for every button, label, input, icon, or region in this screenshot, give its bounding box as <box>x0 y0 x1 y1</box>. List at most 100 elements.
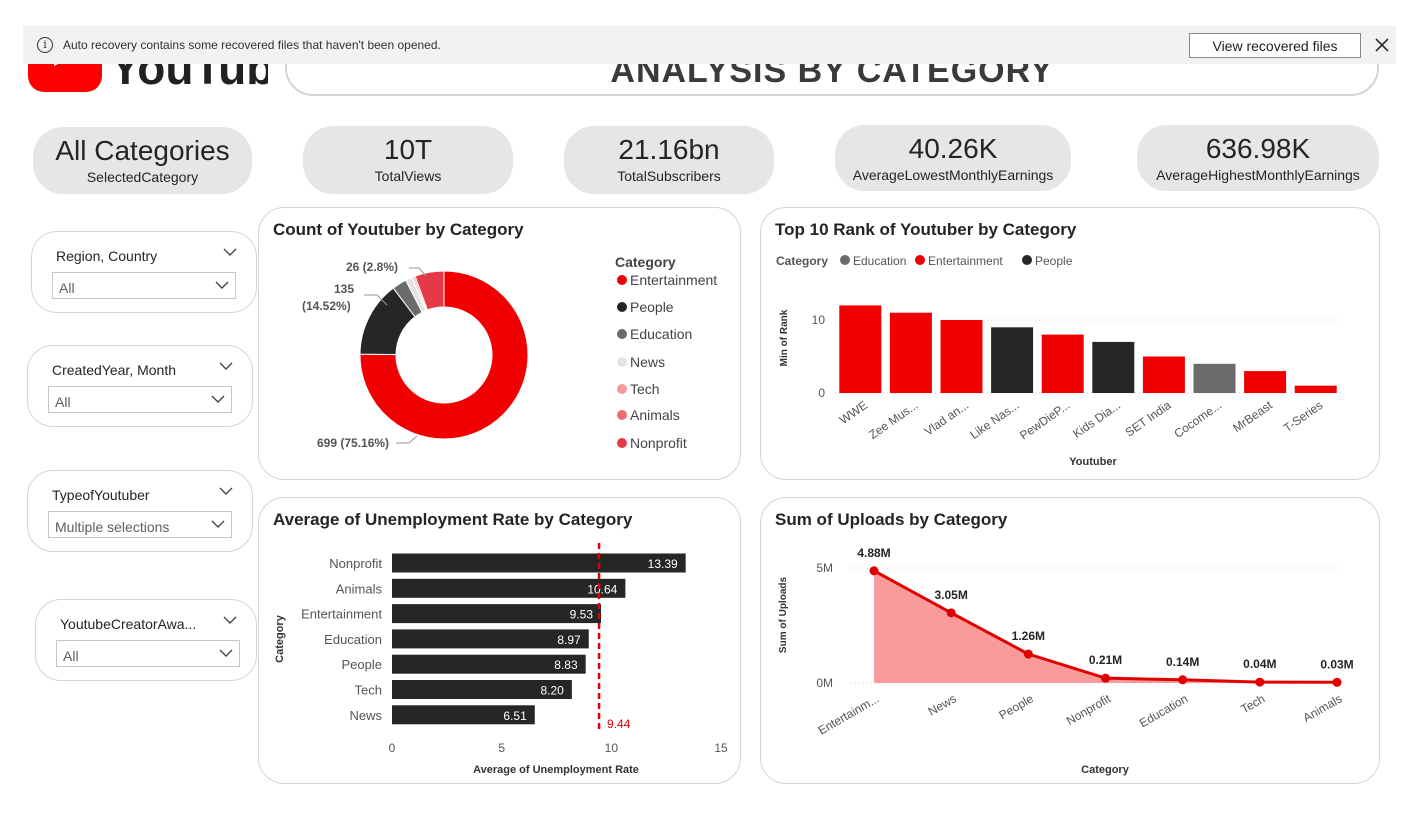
x-tick-label: Nonprofit <box>1064 691 1114 728</box>
legend-marker-people <box>617 302 627 312</box>
info-icon: i <box>37 37 53 53</box>
bar-value-label: 10.64 <box>587 582 617 596</box>
slicer-value: Multiple selections <box>55 519 170 535</box>
x-tick-label: Cocome... <box>1171 398 1224 441</box>
x-tick-label: SET India <box>1123 398 1174 440</box>
x-axis-title: Average of Unemployment Rate <box>473 764 639 776</box>
legend-item-tech: Tech <box>630 381 660 397</box>
kpi-label: TotalViews <box>374 168 442 184</box>
data-point <box>1332 677 1342 687</box>
y-axis-title: Sum of Uploads <box>778 577 789 654</box>
legend-marker-nonprofit <box>617 438 627 448</box>
bar-value-label: 8.83 <box>554 658 578 672</box>
column-bar <box>839 305 882 393</box>
x-tick-label: Vlad an... <box>922 398 972 439</box>
chevron-down-icon[interactable] <box>215 279 229 291</box>
chevron-down-icon[interactable] <box>218 360 234 372</box>
y-tick-label: 0 <box>818 386 825 400</box>
chevron-down-icon[interactable] <box>219 647 233 659</box>
bar-value-label: 9.53 <box>570 608 594 622</box>
column-bar <box>991 327 1034 393</box>
legend-item-entertainment: Entertainment <box>630 272 717 288</box>
slicer-youtube-creator-award[interactable]: YoutubeCreatorAwa... All <box>35 599 257 681</box>
bar-value-label: 8.97 <box>557 633 581 647</box>
data-point <box>1255 677 1265 687</box>
x-tick-label: 15 <box>714 741 728 755</box>
y-tick-label: Nonprofit <box>329 556 382 571</box>
data-label: 4.88M <box>857 546 890 560</box>
x-tick-label: WWE <box>837 398 870 427</box>
legend-item-news: News <box>630 354 665 370</box>
chevron-down-icon[interactable] <box>218 485 234 497</box>
unemployment-bar-chart: 13.39 Nonprofit 10.64 Animals 9.53 Entertainm… <box>274 543 728 776</box>
slicer-dropdown[interactable]: All <box>48 386 232 413</box>
slicer-type-of-youtuber[interactable]: TypeofYoutuber Multiple selections <box>27 470 253 552</box>
data-point <box>1023 649 1033 659</box>
data-label: 1.26M <box>1012 629 1045 643</box>
x-tick-label: People <box>996 691 1036 722</box>
rank-column-chart-card: Top 10 Rank of Youtuber by Category Cate… <box>760 207 1380 480</box>
chevron-down-icon[interactable] <box>222 614 238 626</box>
donut-chart: 699 (75.16%) 135 (14.52%) 26 (2.8%) Category… <box>302 254 717 451</box>
chevron-down-icon[interactable] <box>211 518 225 530</box>
donut-chart-card: Count of Youtuber by Category 699 (75.16… <box>258 207 741 480</box>
legend-item-animals: Animals <box>630 407 680 423</box>
close-icon[interactable] <box>1371 34 1393 56</box>
slicer-value: All <box>55 394 71 410</box>
bar <box>392 553 686 573</box>
chevron-down-icon[interactable] <box>222 246 238 258</box>
x-tick-label: PewDieP... <box>1017 398 1072 443</box>
kpi-value: 636.98K <box>1205 133 1311 164</box>
recovery-notification-bar: i Auto recovery contains some recovered … <box>23 26 1396 64</box>
data-point <box>869 566 879 576</box>
y-tick-label: 0M <box>816 676 833 690</box>
slicer-title: Region, Country <box>56 248 158 264</box>
kpi-label: AverageLowestMonthlyEarnings <box>852 167 1054 183</box>
column-bar <box>1142 356 1185 393</box>
y-tick-label: Entertainment <box>301 607 382 622</box>
slicer-created-year-month[interactable]: CreatedYear, Month All <box>27 345 253 427</box>
legend-marker-education <box>840 255 850 265</box>
slicer-region-country[interactable]: Region, Country All <box>31 231 257 313</box>
x-tick-label: Education <box>1137 691 1190 730</box>
x-tick-label: Animals <box>1301 691 1345 724</box>
y-tick-label: Education <box>324 632 382 647</box>
x-tick-label: Like Nas... <box>967 398 1021 442</box>
column-bar <box>1041 334 1084 393</box>
legend-marker-entertainment <box>915 255 925 265</box>
kpi-average-lowest-monthly-earnings: 40.26K AverageLowestMonthlyEarnings <box>835 125 1071 191</box>
x-tick-label: MrBeast <box>1230 398 1275 435</box>
slicer-dropdown[interactable]: All <box>56 640 240 667</box>
y-tick-label: People <box>342 657 382 672</box>
rank-column-chart: Category Education Entertainment People 0 10 W… <box>776 254 1341 468</box>
kpi-label: SelectedCategory <box>86 169 199 185</box>
data-label: 0.04M <box>1243 657 1276 671</box>
legend-item-people: People <box>1035 254 1073 268</box>
column-bar <box>1092 341 1135 393</box>
kpi-selected-category: All Categories SelectedCategory <box>33 127 252 194</box>
notification-message: Auto recovery contains some recovered fi… <box>63 38 441 52</box>
legend-marker-people <box>1022 255 1032 265</box>
x-tick-label: News <box>926 691 959 718</box>
data-label: 0.03M <box>1320 657 1353 671</box>
slicer-value: All <box>63 648 79 664</box>
donut-data-label: 26 (2.8%) <box>346 260 398 274</box>
data-point <box>1178 675 1188 685</box>
chevron-down-icon[interactable] <box>211 393 225 405</box>
kpi-value: 40.26K <box>908 133 998 164</box>
kpi-value: 10T <box>383 134 433 165</box>
legend-item-education: Education <box>630 326 692 342</box>
kpi-value: All Categories <box>55 135 230 166</box>
slicer-dropdown[interactable]: Multiple selections <box>48 511 232 538</box>
view-recovered-files-button[interactable]: View recovered files <box>1189 33 1361 58</box>
data-point <box>1101 673 1110 683</box>
data-label: 3.05M <box>934 588 967 602</box>
x-tick-label: Zee Mus... <box>866 398 920 442</box>
legend-title: Category <box>776 254 828 268</box>
kpi-label: TotalSubscribers <box>617 168 721 184</box>
reference-line-label: 9.44 <box>607 717 631 731</box>
x-tick-label: Entertainm... <box>816 691 882 737</box>
slicer-dropdown[interactable]: All <box>52 272 236 299</box>
legend-marker-education <box>617 329 627 339</box>
unemployment-bar-chart-card: Average of Unemployment Rate by Category… <box>258 497 741 784</box>
